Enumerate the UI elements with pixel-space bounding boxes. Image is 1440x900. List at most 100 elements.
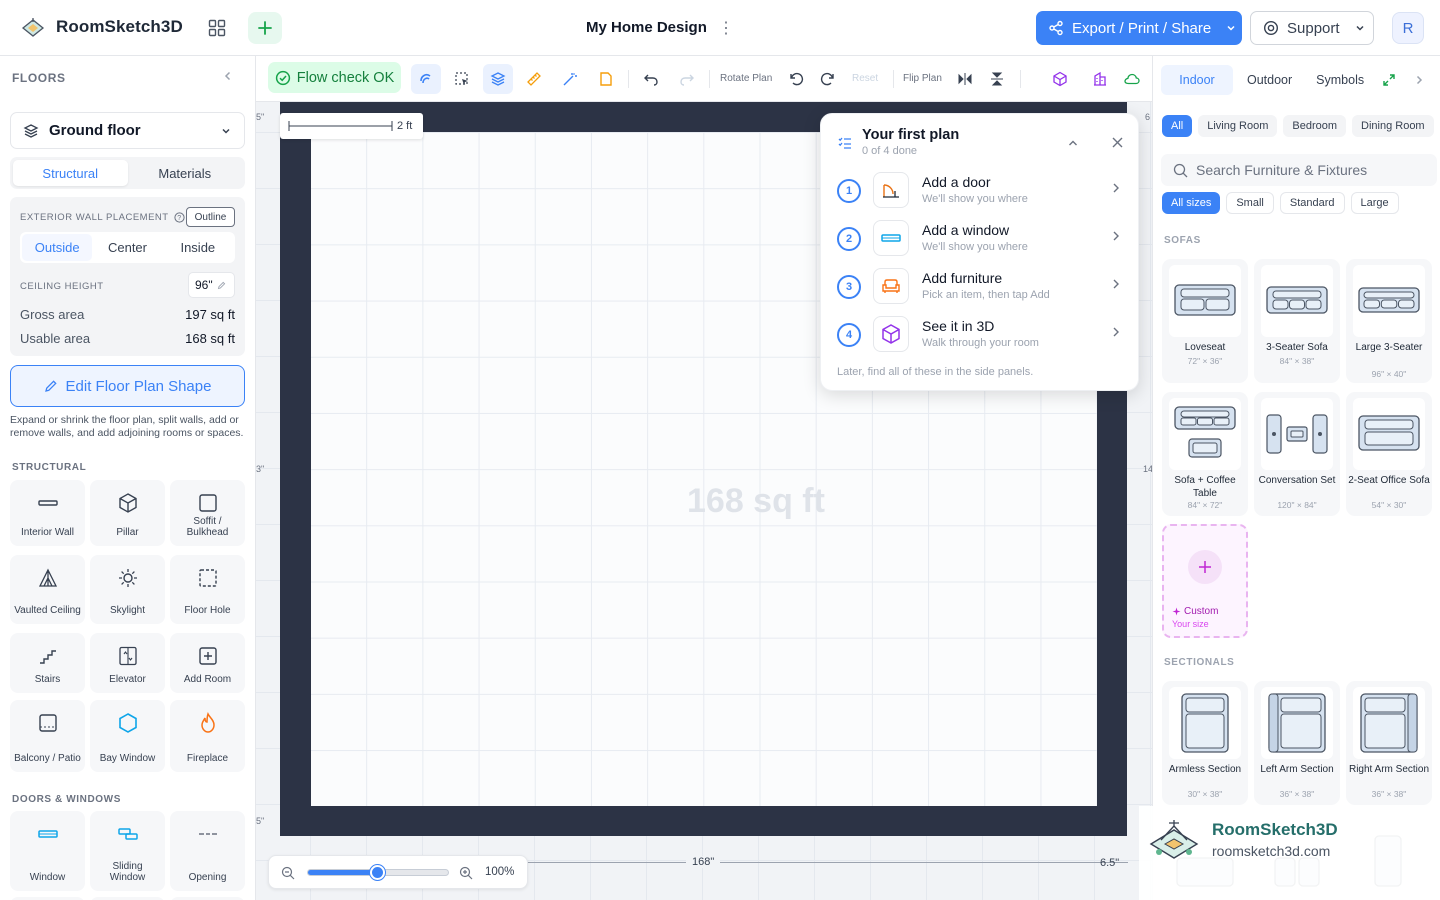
edit-floor-plan-button[interactable]: Edit Floor Plan Shape: [10, 365, 245, 407]
filter-all[interactable]: All: [1162, 115, 1193, 137]
tool-opening[interactable]: Opening: [170, 811, 245, 891]
zoom-slider-handle[interactable]: [370, 865, 385, 880]
size-standard[interactable]: Standard: [1279, 192, 1345, 214]
magic-tool-button[interactable]: [555, 64, 585, 94]
zoom-out-icon[interactable]: [281, 866, 295, 880]
building-button[interactable]: [1085, 64, 1115, 94]
ceiling-height-input[interactable]: 96": [188, 272, 235, 298]
rotate-left-button[interactable]: [781, 64, 811, 94]
size-small[interactable]: Small: [1226, 192, 1274, 214]
help-icon[interactable]: ?: [173, 212, 185, 223]
brand[interactable]: RoomSketch3D: [20, 14, 183, 40]
filter-living-room[interactable]: Living Room: [1198, 115, 1278, 137]
chevron-up-icon[interactable]: [1067, 137, 1079, 149]
cloud-save-button[interactable]: [1117, 64, 1147, 94]
tab-materials[interactable]: Materials: [128, 160, 243, 186]
chevron-right-icon: [1113, 231, 1119, 241]
select-tool-button[interactable]: [447, 64, 477, 94]
tab-structural[interactable]: Structural: [13, 160, 128, 186]
furniture-card[interactable]: 2-Seat Office Sofa 54" × 30": [1346, 392, 1432, 516]
size-all[interactable]: All sizes: [1162, 192, 1221, 214]
tab-symbols[interactable]: Symbols: [1306, 65, 1374, 95]
furniture-card[interactable]: Conversation Set 120" × 84": [1254, 392, 1340, 516]
flip-horizontal-button[interactable]: [950, 64, 980, 94]
size-large[interactable]: Large: [1350, 192, 1399, 214]
tool-vaulted-ceiling[interactable]: Vaulted Ceiling: [10, 555, 85, 624]
svg-text:?: ?: [177, 215, 181, 222]
tab-indoor[interactable]: Indoor: [1161, 65, 1233, 95]
tool-window[interactable]: Window: [10, 811, 85, 891]
tent-icon: [35, 565, 61, 591]
tool-floor-hole[interactable]: Floor Hole: [170, 555, 245, 624]
avatar[interactable]: R: [1392, 12, 1424, 44]
layers-tool-button[interactable]: [483, 64, 513, 94]
furniture-card[interactable]: Left Arm Section 36" × 38": [1254, 681, 1340, 805]
support-button[interactable]: Support: [1250, 11, 1374, 45]
filter-bedroom[interactable]: Bedroom: [1283, 115, 1347, 137]
canvas-toolbar: Flow check OK Rotate Plan Reset Flip Pla…: [256, 56, 1152, 102]
badge-url[interactable]: roomsketch3d.com: [1212, 843, 1330, 859]
expand-icon[interactable]: [1382, 73, 1396, 87]
tool-skylight[interactable]: Skylight: [90, 555, 165, 624]
collapse-panel-icon[interactable]: [222, 70, 234, 82]
tool-interior-wall[interactable]: Interior Wall: [10, 480, 85, 546]
furniture-card[interactable]: Armless Section 30" × 38": [1162, 681, 1248, 805]
new-design-button[interactable]: [248, 12, 282, 44]
tool-pillar[interactable]: Pillar: [90, 480, 165, 546]
furniture-card[interactable]: Right Arm Section 36" × 38": [1346, 681, 1432, 805]
note-tool-button[interactable]: [591, 64, 621, 94]
right-arm-section-icon: [1353, 687, 1425, 759]
document-menu-icon[interactable]: ⋮: [718, 16, 734, 40]
custom-size-card[interactable]: Custom Your size: [1162, 524, 1248, 638]
tool-balcony-patio[interactable]: Balcony / Patio: [10, 700, 85, 772]
filter-dining-room[interactable]: Dining Room: [1352, 115, 1434, 137]
flow-check-status[interactable]: Flow check OK: [268, 62, 401, 93]
checklist-item-3d[interactable]: 4 See it in 3D Walk through your room: [835, 312, 1127, 356]
panel-header: FLOORS: [12, 71, 66, 85]
tool-stairs[interactable]: Stairs: [10, 633, 85, 693]
checklist-item-door[interactable]: 1 Add a door We'll show you where: [835, 168, 1127, 212]
view-3d-button[interactable]: [1045, 64, 1075, 94]
furniture-search-input[interactable]: Search Furniture & Fixtures: [1161, 154, 1437, 186]
custom-title: Custom: [1172, 606, 1218, 617]
toolbar-divider: [1020, 70, 1021, 88]
outline-toggle[interactable]: Outline: [186, 207, 235, 227]
check-circle-icon: [275, 70, 290, 85]
dashboard-button[interactable]: [200, 12, 234, 44]
cube-icon: [873, 316, 909, 352]
tool-bay-window[interactable]: Bay Window: [90, 700, 165, 772]
placement-outside[interactable]: Outside: [22, 234, 93, 261]
zoom-slider[interactable]: [307, 865, 449, 880]
placement-center[interactable]: Center: [92, 234, 162, 261]
rotate-right-button[interactable]: [813, 64, 843, 94]
tool-add-room[interactable]: Add Room: [170, 633, 245, 693]
tab-outdoor[interactable]: Outdoor: [1237, 65, 1302, 95]
placement-inside[interactable]: Inside: [163, 234, 233, 261]
checklist-item-window[interactable]: 2 Add a window We'll show you where: [835, 216, 1127, 260]
zoom-percentage: 100%: [485, 866, 515, 878]
furniture-card[interactable]: Large 3-Seater 96" × 40": [1346, 259, 1432, 383]
document-title[interactable]: My Home Design: [586, 19, 707, 36]
checklist-item-furniture[interactable]: 3 Add furniture Pick an item, then tap A…: [835, 264, 1127, 308]
flip-vertical-button[interactable]: [982, 64, 1012, 94]
furniture-card[interactable]: Sofa + Coffee Table 84" × 72": [1162, 392, 1248, 516]
tool-soffit-bulkhead[interactable]: Soffit / Bulkhead: [170, 480, 245, 546]
floor-selector[interactable]: Ground floor: [10, 112, 245, 149]
zoom-in-icon[interactable]: [459, 866, 473, 880]
note-icon: [600, 72, 612, 86]
wall-placement-options: Outside Center Inside: [20, 232, 235, 263]
reset-button[interactable]: Reset: [852, 73, 878, 84]
snap-tool-button[interactable]: [411, 64, 441, 94]
tool-elevator[interactable]: Elevator: [90, 633, 165, 693]
undo-button[interactable]: [636, 64, 666, 94]
chevron-right-icon[interactable]: [1413, 74, 1425, 86]
tool-sliding-window[interactable]: Sliding Window: [90, 811, 165, 891]
export-button[interactable]: Export / Print / Share: [1036, 11, 1242, 45]
search-icon: [1173, 163, 1188, 177]
tool-fireplace[interactable]: Fireplace: [170, 700, 245, 772]
furniture-card[interactable]: 3-Seater Sofa 84" × 38": [1254, 259, 1340, 383]
measure-tool-button[interactable]: [519, 64, 549, 94]
close-icon[interactable]: [1111, 136, 1124, 149]
furniture-card[interactable]: Loveseat 72" × 36": [1162, 259, 1248, 383]
redo-button[interactable]: [672, 64, 702, 94]
